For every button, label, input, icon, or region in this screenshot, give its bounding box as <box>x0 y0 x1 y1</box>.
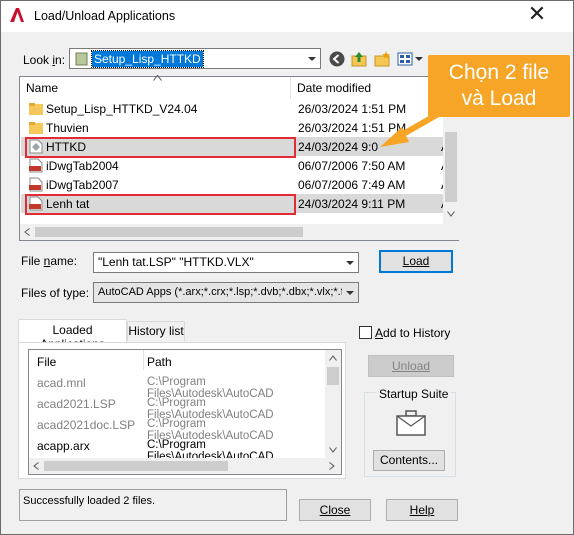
dialog-window: Load/Unload Applications ✕ Look in: Setu… <box>0 0 574 535</box>
close-window-icon[interactable]: ✕ <box>523 3 551 29</box>
file-column-header[interactable]: File <box>37 355 56 369</box>
files-of-type-value: AutoCAD Apps (*.arx;*.crx;*.lsp;*.dvb;*.… <box>98 286 350 298</box>
folder-icon <box>29 122 43 134</box>
callout-arrow-icon <box>380 111 442 147</box>
scroll-down-icon[interactable] <box>329 447 337 453</box>
chevron-down-icon[interactable] <box>342 253 358 272</box>
name-column-header[interactable]: Name <box>26 81 58 95</box>
contents-button[interactable]: Contents... <box>373 450 445 471</box>
status-bar: Successfully loaded 2 files. <box>19 489 287 521</box>
loaded-app-row[interactable]: acapp.arx C:\Program Files\Autodesk\Auto… <box>29 439 325 463</box>
scroll-thumb[interactable] <box>327 367 339 385</box>
date-column-header[interactable]: Date modified <box>297 81 371 95</box>
loaded-app-row[interactable]: acad2021.LSP C:\Program Files\Autodesk\A… <box>29 397 325 421</box>
callout-line-1: Chọn 2 file <box>448 61 550 84</box>
column-divider <box>143 350 144 370</box>
path-column-header[interactable]: Path <box>147 355 172 369</box>
scroll-thumb[interactable] <box>35 227 303 237</box>
briefcase-icon[interactable] <box>395 409 427 437</box>
unload-button[interactable]: Unload <box>368 355 454 377</box>
horizontal-scrollbar[interactable] <box>20 224 459 240</box>
autocad-logo-icon <box>10 8 24 22</box>
horizontal-scrollbar[interactable] <box>29 458 341 474</box>
instruction-callout: Chọn 2 file và Load <box>428 55 570 117</box>
add-to-history-label: Add to History <box>375 326 451 340</box>
look-in-value: Setup_Lisp_HTTKD <box>91 50 204 68</box>
scroll-thumb[interactable] <box>445 132 457 202</box>
file-date: 06/07/2006 7:49 AM <box>298 178 406 192</box>
scroll-up-icon[interactable] <box>329 355 337 361</box>
folder-icon <box>75 52 88 66</box>
column-divider <box>290 77 291 99</box>
file-name-input[interactable]: "Lenh tat.LSP" "HTTKD.VLX" <box>93 252 359 273</box>
file-date: 24/03/2024 9:11 PM <box>298 197 406 211</box>
views-chevron-icon[interactable] <box>415 57 423 61</box>
title-bar: Load/Unload Applications ✕ <box>1 1 573 32</box>
file-date: 24/03/2024 9:0 <box>298 140 379 154</box>
file-name-value: "Lenh tat.LSP" "HTTKD.VLX" <box>98 255 254 269</box>
file-row[interactable]: iDwgTab2004 06/07/2006 7:50 AM A <box>21 156 449 175</box>
loaded-app-file: acad2021doc.LSP <box>37 418 136 432</box>
tab-loaded-applications[interactable]: Loaded Applications <box>18 319 127 351</box>
vertical-scrollbar[interactable] <box>325 350 341 458</box>
arx-file-icon <box>29 177 43 192</box>
file-name: iDwgTab2007 <box>46 178 119 192</box>
highlight-box-httkd <box>25 137 296 158</box>
startup-suite-label: Startup Suite <box>376 387 452 401</box>
loaded-apps-list[interactable]: File Path acad.mnl C:\Program Files\Auto… <box>28 349 342 475</box>
loaded-app-file: acapp.arx <box>37 439 90 453</box>
file-name: Setup_Lisp_HTTKD_V24.04 <box>46 102 198 116</box>
file-name: iDwgTab2004 <box>46 159 119 173</box>
file-row[interactable]: iDwgTab2007 06/07/2006 7:49 AM A <box>21 175 449 194</box>
file-date: 06/07/2006 7:50 AM <box>298 159 406 173</box>
status-text: Successfully loaded 2 files. <box>23 495 156 507</box>
files-of-type-select[interactable]: AutoCAD Apps (*.arx;*.crx;*.lsp;*.dvb;*.… <box>93 282 359 303</box>
back-icon[interactable] <box>328 50 346 68</box>
scroll-right-icon[interactable] <box>329 462 335 470</box>
file-name: Thuvien <box>46 121 89 135</box>
folder-icon <box>29 103 43 115</box>
files-of-type-label: Files of type: <box>21 286 90 300</box>
scroll-left-icon[interactable] <box>24 228 30 236</box>
loaded-app-row[interactable]: acad.mnl C:\Program Files\Autodesk\AutoC… <box>29 376 325 400</box>
loaded-applications-panel: File Path acad.mnl C:\Program Files\Auto… <box>18 342 346 479</box>
callout-line-2: và Load <box>461 87 537 110</box>
look-in-label: Look in: <box>23 53 66 67</box>
chevron-down-icon[interactable] <box>342 283 358 302</box>
scroll-down-icon[interactable] <box>447 211 455 217</box>
sort-ascending-icon <box>153 75 162 81</box>
views-icon[interactable] <box>397 50 415 68</box>
new-folder-icon[interactable] <box>373 50 391 68</box>
file-list[interactable]: Name Date modified Setup_Lisp_HTTKD_V24.… <box>19 75 459 241</box>
loaded-app-row[interactable]: acad2021doc.LSP C:\Program Files\Autodes… <box>29 418 325 442</box>
help-button[interactable]: Help <box>386 499 458 521</box>
window-title: Load/Unload Applications <box>34 9 176 23</box>
chevron-down-icon[interactable] <box>304 49 320 68</box>
load-button[interactable]: Load <box>379 250 453 273</box>
arx-file-icon <box>29 158 43 173</box>
loaded-app-file: acad.mnl <box>37 376 86 390</box>
file-name-label: File name: <box>21 254 78 268</box>
look-in-combo[interactable]: Setup_Lisp_HTTKD <box>69 48 321 69</box>
tab-history-list[interactable]: History list <box>127 321 185 341</box>
scroll-left-icon[interactable] <box>33 462 39 470</box>
scroll-thumb[interactable] <box>44 461 228 471</box>
add-to-history-checkbox[interactable] <box>359 326 372 339</box>
up-folder-icon[interactable] <box>350 50 368 68</box>
close-button[interactable]: Close <box>299 499 371 521</box>
loaded-app-file: acad2021.LSP <box>37 397 116 411</box>
highlight-box-lenh-tat <box>25 194 296 215</box>
